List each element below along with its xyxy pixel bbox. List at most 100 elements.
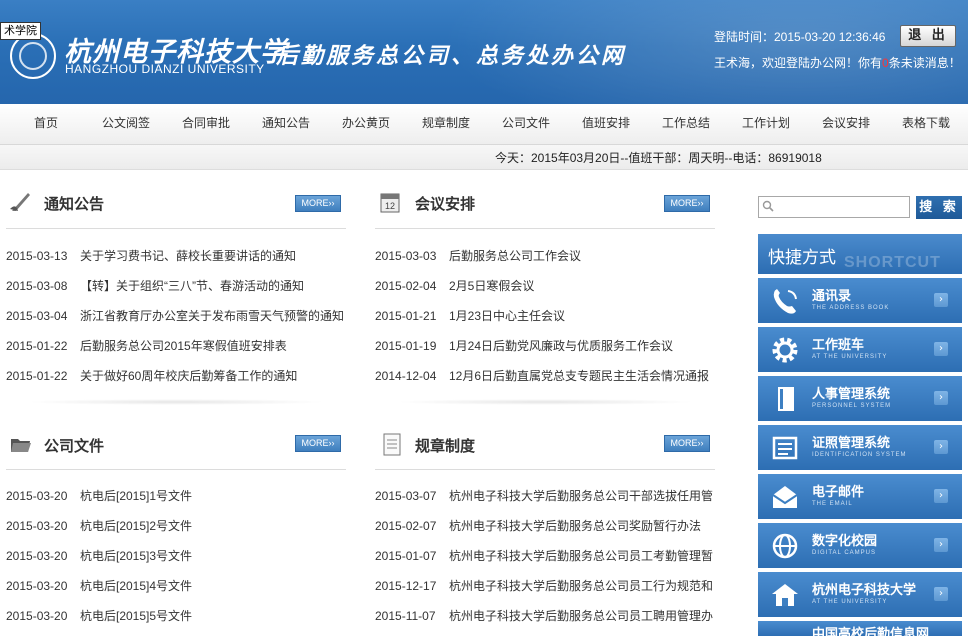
- files-more-button[interactable]: MORE››: [295, 435, 341, 452]
- nav-duty-schedule[interactable]: 值班安排: [582, 104, 630, 144]
- welcome-suffix[interactable]: 条未读消息！: [889, 56, 961, 70]
- meetings-more-button[interactable]: MORE››: [664, 195, 710, 212]
- list-item[interactable]: 2015-02-04 2月5日寒假会议: [375, 277, 715, 294]
- shortcut-personnel-system[interactable]: 人事管理系统 PERSONNEL SYSTEM ›: [758, 376, 962, 421]
- item-title[interactable]: 杭州电子科技大学后勤服务总公司奖励暂行办法: [449, 519, 701, 533]
- panel-title: 规章制度: [415, 438, 476, 455]
- rules-more-button[interactable]: MORE››: [664, 435, 710, 452]
- item-title[interactable]: 后勤服务总公司2015年寒假值班安排表: [80, 339, 287, 353]
- list-item[interactable]: 2015-03-20 杭电后[2015]5号文件: [6, 607, 346, 624]
- nav-company-files[interactable]: 公司文件: [502, 104, 550, 144]
- item-title[interactable]: 浙江省教育厅办公室关于发布雨雪天气预警的通知: [80, 309, 344, 323]
- unread-count[interactable]: 0: [882, 56, 889, 70]
- item-title[interactable]: 杭电后[2015]4号文件: [80, 579, 192, 593]
- item-title[interactable]: 后勤服务总公司工作会议: [449, 249, 581, 263]
- item-date: 2015-02-04: [375, 279, 437, 293]
- shortcut-university[interactable]: 杭州电子科技大学 AT THE UNIVERSITY ›: [758, 572, 962, 617]
- list-item[interactable]: 2015-03-07 杭州电子科技大学后勤服务总公司干部选拔任用管: [375, 487, 715, 504]
- item-title[interactable]: 1月23日中心主任会议: [449, 309, 565, 323]
- mail-icon: [772, 486, 798, 508]
- chevron-right-icon: ›: [934, 440, 948, 454]
- list-item[interactable]: 2014-12-04 12月6日后勤直属党总支专题民主生活会情况通报: [375, 367, 715, 384]
- list-item[interactable]: 2015-01-22 后勤服务总公司2015年寒假值班安排表: [6, 337, 346, 354]
- divider: [395, 399, 695, 405]
- item-date: 2014-12-04: [375, 369, 437, 383]
- notices-panel: 通知公告 MORE›› 2015-03-13 关于学习费书记、薛校长重要讲话的通知…: [6, 187, 346, 417]
- item-date: 2015-01-21: [375, 309, 437, 323]
- shortcut-label: 中国高校后勤信息网: [812, 626, 930, 636]
- rules-panel: 规章制度 MORE›› 2015-03-07 杭州电子科技大学后勤服务总公司干部选…: [375, 429, 715, 636]
- notices-more-button[interactable]: MORE››: [295, 195, 341, 212]
- phone-icon: [773, 289, 797, 314]
- item-title[interactable]: 12月6日后勤直属党总支专题民主生活会情况通报: [449, 369, 709, 383]
- chevron-right-icon: ›: [934, 538, 948, 552]
- nav-work-plan[interactable]: 工作计划: [742, 104, 790, 144]
- logout-button[interactable]: 退 出: [900, 25, 956, 47]
- divider: [26, 399, 326, 405]
- list-item[interactable]: 2015-03-20 杭电后[2015]4号文件: [6, 577, 346, 594]
- item-date: 2015-03-20: [6, 579, 68, 593]
- list-item[interactable]: 2015-11-07 杭州电子科技大学后勤服务总公司员工聘用管理办: [375, 607, 715, 624]
- item-title[interactable]: 2月5日寒假会议: [449, 279, 534, 293]
- item-title[interactable]: 杭电后[2015]3号文件: [80, 549, 192, 563]
- search-button[interactable]: 搜 索: [916, 196, 962, 219]
- nav-form-download[interactable]: 表格下载: [902, 104, 950, 144]
- item-title[interactable]: 杭电后[2015]2号文件: [80, 519, 192, 533]
- item-title[interactable]: 杭州电子科技大学后勤服务总公司员工行为规范和: [449, 579, 713, 593]
- shortcut-id-system[interactable]: 证照管理系统 IDENTIFICATION SYSTEM ›: [758, 425, 962, 470]
- nav-notices[interactable]: 通知公告: [262, 104, 310, 144]
- nav-contract-approval[interactable]: 合同审批: [182, 104, 230, 144]
- search-input[interactable]: [758, 196, 910, 218]
- nav-work-summary[interactable]: 工作总结: [662, 104, 710, 144]
- item-title[interactable]: 杭电后[2015]1号文件: [80, 489, 192, 503]
- site-title: 后勤服务总公司、总务处办公网: [276, 43, 627, 69]
- list-item[interactable]: 2015-03-03 后勤服务总公司工作会议: [375, 247, 715, 264]
- item-title[interactable]: 1月24日后勤党风廉政与优质服务工作会议: [449, 339, 673, 353]
- chevron-right-icon: ›: [934, 489, 948, 503]
- welcome-message: 王术海，欢迎登陆办公网！你有0条未读消息！: [714, 54, 961, 71]
- item-title[interactable]: 关于学习费书记、薛校长重要讲话的通知: [80, 249, 296, 263]
- item-date: 2015-03-03: [375, 249, 437, 263]
- item-date: 2015-01-22: [6, 369, 68, 383]
- list-item[interactable]: 2015-01-07 杭州电子科技大学后勤服务总公司员工考勤管理暂: [375, 547, 715, 564]
- item-title[interactable]: 杭州电子科技大学后勤服务总公司员工聘用管理办: [449, 609, 713, 623]
- shortcut-sublabel: PERSONNEL SYSTEM: [812, 403, 892, 409]
- shortcut-digital-campus[interactable]: 数字化校园 DIGITAL CAMPUS ›: [758, 523, 962, 568]
- list-item[interactable]: 2015-03-20 杭电后[2015]2号文件: [6, 517, 346, 534]
- list-item[interactable]: 2015-01-22 关于做好60周年校庆后勤筹备工作的通知: [6, 367, 346, 384]
- item-title[interactable]: 杭州电子科技大学后勤服务总公司干部选拔任用管: [449, 489, 713, 503]
- item-date: 2015-03-08: [6, 279, 68, 293]
- list-item[interactable]: 2015-01-19 1月24日后勤党风廉政与优质服务工作会议: [375, 337, 715, 354]
- calendar-icon: 12: [380, 193, 400, 213]
- list-item[interactable]: 2015-01-21 1月23日中心主任会议: [375, 307, 715, 324]
- list-item[interactable]: 2015-03-20 杭电后[2015]1号文件: [6, 487, 346, 504]
- list-item[interactable]: 2015-03-08 【转】关于组织“三八”节、春游活动的通知: [6, 277, 346, 294]
- shortcut-address-book[interactable]: 通讯录 THE ADDRESS BOOK ›: [758, 278, 962, 323]
- list-item[interactable]: 2015-03-13 关于学习费书记、薛校长重要讲话的通知: [6, 247, 346, 264]
- item-title[interactable]: 杭电后[2015]5号文件: [80, 609, 192, 623]
- chevron-right-icon: ›: [934, 391, 948, 405]
- login-time: 登陆时间：2015-03-20 12:36:46: [714, 30, 886, 44]
- divider: [6, 228, 346, 229]
- header-banner: 杭州电子科技大学 HANGZHOU DIANZI UNIVERSITY 后勤服务…: [0, 0, 968, 104]
- item-date: 2015-01-19: [375, 339, 437, 353]
- list-item[interactable]: 2015-12-17 杭州电子科技大学后勤服务总公司员工行为规范和: [375, 577, 715, 594]
- item-title[interactable]: 【转】关于组织“三八”节、春游活动的通知: [80, 279, 304, 293]
- item-date: 2015-01-22: [6, 339, 68, 353]
- duty-info: 今天：2015年03月20日--值班干部：周天明--电话：86919018: [495, 151, 822, 165]
- nav-home[interactable]: 首页: [34, 104, 58, 144]
- gear-icon: [772, 337, 798, 363]
- shortcut-logistics-network[interactable]: 中国高校后勤信息网: [758, 621, 962, 636]
- item-date: 2015-03-20: [6, 549, 68, 563]
- nav-document-review[interactable]: 公文阅签: [102, 104, 150, 144]
- list-item[interactable]: 2015-02-07 杭州电子科技大学后勤服务总公司奖励暂行办法: [375, 517, 715, 534]
- nav-yellow-pages[interactable]: 办公黄页: [342, 104, 390, 144]
- list-item[interactable]: 2015-03-04 浙江省教育厅办公室关于发布雨雪天气预警的通知: [6, 307, 346, 324]
- shortcut-email[interactable]: 电子邮件 THE EMAIL ›: [758, 474, 962, 519]
- shortcut-shuttle-bus[interactable]: 工作班车 AT THE UNIVERSITY ›: [758, 327, 962, 372]
- item-title[interactable]: 关于做好60周年校庆后勤筹备工作的通知: [80, 369, 297, 383]
- item-title[interactable]: 杭州电子科技大学后勤服务总公司员工考勤管理暂: [449, 549, 713, 563]
- list-item[interactable]: 2015-03-20 杭电后[2015]3号文件: [6, 547, 346, 564]
- nav-meetings[interactable]: 会议安排: [822, 104, 870, 144]
- nav-rules[interactable]: 规章制度: [422, 104, 470, 144]
